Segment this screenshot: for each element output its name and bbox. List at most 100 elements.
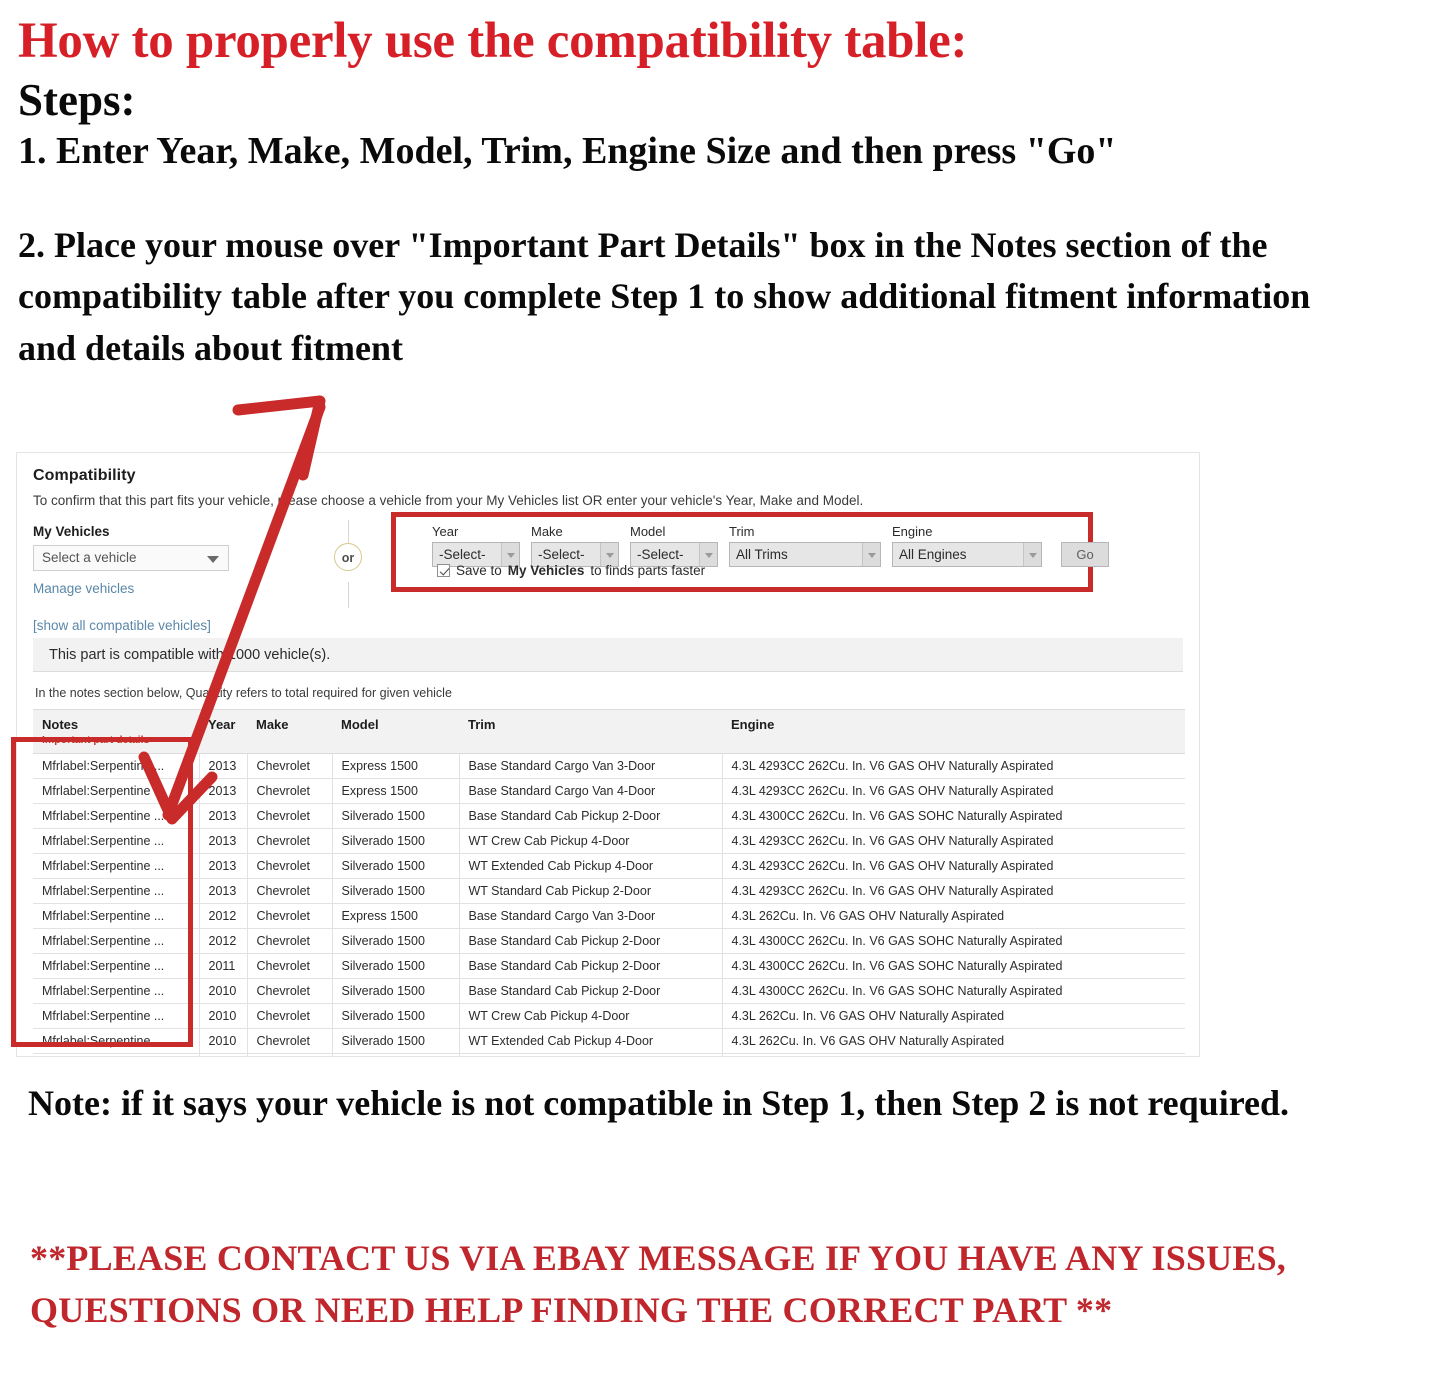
table-row[interactable]: Mfrlabel:Serpentine ... 2012 Chevrolet Silv… (33, 928, 1185, 954)
engine-label: Engine (892, 524, 933, 539)
cell-trim: Base Standard Cab Pickup 2-Door (459, 928, 723, 954)
cell-year: 2010 (199, 978, 248, 1004)
cell-year: 2012 (199, 903, 248, 929)
cell-model: Silverado 1500 (332, 803, 460, 829)
column-header-year[interactable]: Year (199, 709, 247, 754)
cell-model: Silverado 1500 (332, 928, 460, 954)
cell-make: Chevrolet (247, 753, 333, 779)
cell-model: Silverado 1500 (332, 1053, 460, 1056)
steps-label: Steps: (18, 75, 136, 126)
cell-year: 2013 (199, 828, 248, 854)
model-field-group: Model -Select- (630, 524, 718, 567)
cell-year: 2012 (199, 928, 248, 954)
cell-trim: WT Standard Cab Pickup 2-Door (459, 1053, 723, 1056)
table-row[interactable]: Mfrlabel:Serpentine ... 2013 Chevrolet Silv… (33, 803, 1185, 829)
column-header-model[interactable]: Model (332, 709, 459, 754)
save-prefix-text: Save to (456, 563, 502, 578)
table-row[interactable]: Mfrlabel:Serpentine ... 2013 Chevrolet Silv… (33, 853, 1185, 879)
cell-year: 2013 (199, 753, 248, 779)
cell-trim: Base Standard Cargo Van 3-Door (459, 903, 723, 929)
table-row[interactable]: Mfrlabel:Serpentine ... 2011 Chevrolet Silv… (33, 953, 1185, 979)
cell-notes[interactable]: Mfrlabel:Serpentine ... (33, 828, 200, 854)
cell-year: 2013 (199, 778, 248, 804)
table-row[interactable]: Mfrlabel:Serpentine ...2010ChevroletSilv… (33, 1028, 1185, 1054)
cell-notes[interactable]: Mfrlabel:Serpentine ... (33, 978, 200, 1004)
cell-trim: Base Standard Cab Pickup 2-Door (459, 953, 723, 979)
cell-trim: Base Standard Cab Pickup 2-Door (459, 803, 723, 829)
vehicle-select-dropdown[interactable]: Select a vehicle (33, 545, 229, 571)
cell-year: 2011 (199, 953, 248, 979)
table-row[interactable]: Mfrlabel:Serpentine ... 2012 Chevrolet Expr… (33, 903, 1185, 929)
cell-make: Chevrolet (247, 803, 333, 829)
cell-engine: 4.3L 4293CC 262Cu. In. V6 GAS OHV Natura… (722, 878, 1185, 904)
cell-year: 2010 (199, 1053, 248, 1056)
cell-notes[interactable]: Mfrlabel:Serpentine ... (33, 803, 200, 829)
cell-trim: WT Extended Cab Pickup 4-Door (459, 853, 723, 879)
cell-notes[interactable]: Mfrlabel:Serpentine ... (33, 903, 200, 929)
table-row[interactable]: Mfrlabel:Serpentine ... 2013 Chevrolet Silv… (33, 878, 1185, 904)
cell-trim: WT Crew Cab Pickup 4-Door (459, 1003, 723, 1029)
year-label: Year (432, 524, 459, 539)
cell-notes[interactable]: Mfrlabel:Serpentine ... (33, 953, 200, 979)
cell-year: 2010 (199, 1003, 248, 1029)
cell-trim: Base Standard Cargo Van 3-Door (459, 753, 723, 779)
cell-make: Chevrolet (247, 853, 333, 879)
cell-notes[interactable]: Mfrlabel:Serpentine ... (33, 878, 200, 904)
divider-line-top (348, 520, 349, 544)
table-row[interactable]: Mfrlabel:Serpentine ...2010ChevroletSilv… (33, 1053, 1185, 1056)
cell-engine: 4.3L 4300CC 262Cu. In. V6 GAS SOHC Natur… (722, 978, 1185, 1004)
cell-notes[interactable]: Mfrlabel:Serpentine ... (33, 753, 200, 779)
fitment-table-body: Mfrlabel:Serpentine ... 2013 Chevrolet Expr… (33, 753, 1185, 1056)
divider-line-bottom (348, 582, 349, 608)
manage-vehicles-link[interactable]: Manage vehicles (33, 581, 283, 596)
cell-year: 2013 (199, 878, 248, 904)
cell-engine: 4.3L 262Cu. In. V6 GAS OHV Naturally Asp… (722, 1028, 1185, 1054)
cell-year: 2010 (199, 1028, 248, 1054)
engine-select[interactable]: All Engines (892, 542, 1042, 567)
cell-make: Chevrolet (247, 1053, 333, 1056)
table-row[interactable]: Mfrlabel:Serpentine ... 2013 Chevrolet Expr… (33, 753, 1185, 779)
fitment-table-head: Notes Important part details Year Make M… (33, 709, 1185, 754)
compatible-count-banner: This part is compatible with 1000 vehicl… (33, 638, 1183, 672)
column-header-engine[interactable]: Engine (722, 709, 1185, 754)
cell-notes[interactable]: Mfrlabel:Serpentine ... (33, 778, 200, 804)
cell-notes[interactable]: Mfrlabel:Serpentine ... (33, 1003, 200, 1029)
trim-select[interactable]: All Trims (729, 542, 881, 567)
cell-trim: WT Crew Cab Pickup 4-Door (459, 828, 723, 854)
cell-engine: 4.3L 262Cu. In. V6 GAS OHV Naturally Asp… (722, 903, 1185, 929)
show-all-compatible-vehicles-link[interactable]: [show all compatible vehicles] (33, 618, 283, 633)
save-to-my-vehicles-row[interactable]: Save to My Vehicles to finds parts faste… (437, 563, 705, 578)
cell-make: Chevrolet (247, 978, 333, 1004)
cell-notes[interactable]: Mfrlabel:Serpentine ... (33, 853, 200, 879)
save-vehicle-checkbox[interactable] (437, 564, 450, 577)
cell-notes[interactable]: Mfrlabel:Serpentine ... (33, 928, 200, 954)
cell-model: Silverado 1500 (332, 878, 460, 904)
important-part-details-label[interactable]: Important part details (42, 734, 199, 746)
table-row[interactable]: Mfrlabel:Serpentine ...2010ChevroletSilv… (33, 978, 1185, 1004)
cell-make: Chevrolet (247, 778, 333, 804)
go-button[interactable]: Go (1061, 542, 1109, 567)
table-row[interactable]: Mfrlabel:Serpentine ... 2013 Chevrolet Expr… (33, 778, 1185, 804)
save-bold-text: My Vehicles (507, 563, 585, 578)
make-label: Make (531, 524, 563, 539)
cell-model: Silverado 1500 (332, 978, 460, 1004)
engine-field-group: Engine All Engines (892, 524, 1042, 567)
table-row[interactable]: Mfrlabel:Serpentine ... 2013 Chevrolet Silv… (33, 828, 1185, 854)
cell-notes[interactable]: Mfrlabel:Serpentine ... (33, 1053, 200, 1056)
cell-model: Express 1500 (332, 903, 460, 929)
cell-engine: 4.3L 4293CC 262Cu. In. V6 GAS OHV Natura… (722, 853, 1185, 879)
cell-notes[interactable]: Mfrlabel:Serpentine ... (33, 1028, 200, 1054)
cell-engine: 4.3L 4300CC 262Cu. In. V6 GAS SOHC Natur… (722, 928, 1185, 954)
compatibility-heading: Compatibility (33, 467, 136, 484)
chevron-down-icon (862, 543, 880, 566)
cell-trim: WT Extended Cab Pickup 4-Door (459, 1028, 723, 1054)
footer-note-text: Note: if it says your vehicle is not com… (28, 1083, 1290, 1123)
column-header-notes[interactable]: Notes Important part details (33, 709, 199, 754)
column-header-trim[interactable]: Trim (459, 709, 722, 754)
column-header-make[interactable]: Make (247, 709, 332, 754)
trim-label: Trim (729, 524, 755, 539)
my-vehicles-label: My Vehicles (33, 524, 110, 539)
table-row[interactable]: Mfrlabel:Serpentine ...2010ChevroletSilv… (33, 1003, 1185, 1029)
ymm-entry-highlight-box: Year -Select- Make -Select- Model -Selec… (391, 512, 1109, 592)
cell-engine: 4.3L 4293CC 262Cu. In. V6 GAS OHV Natura… (722, 828, 1185, 854)
